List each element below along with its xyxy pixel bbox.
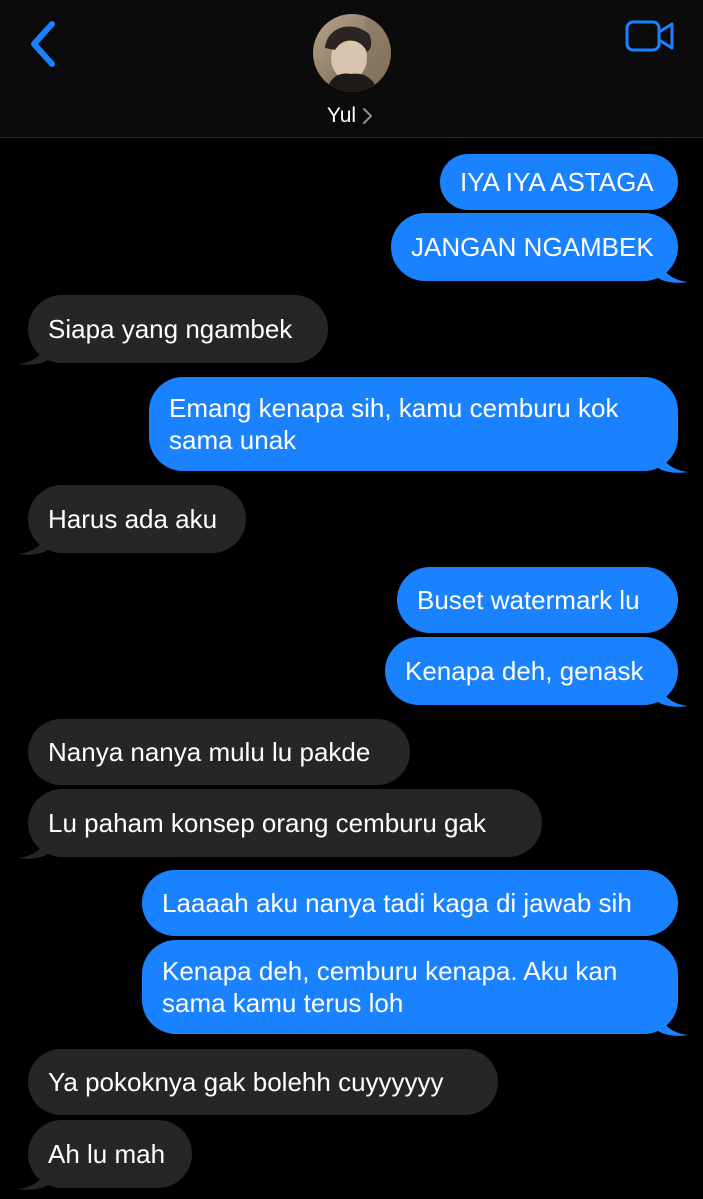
message-bubble: Kenapa deh, genask [385,637,678,705]
message-sent[interactable]: JANGAN NGAMBEK [391,213,688,283]
message-bubble: Laaaah aku nanya tadi kaga di jawab sih [142,870,678,936]
contact-name-button[interactable]: Yul [0,102,703,130]
message-bubble: Nanya nanya mulu lu pakde [28,719,410,785]
message-bubble: Harus ada aku [28,485,246,553]
message-bubble: Emang kenapa sih, kamu cemburu kok sama … [149,377,678,471]
message-received[interactable]: Ah lu mah [18,1120,192,1190]
chevron-left-icon [31,21,55,67]
message-bubble: Ah lu mah [28,1120,192,1188]
message-sent[interactable]: Laaaah aku nanya tadi kaga di jawab sih [142,870,678,936]
back-button[interactable] [22,18,66,70]
video-call-icon [625,20,674,52]
message-received[interactable]: Ya pokoknya gak bolehh cuyyyyyy [28,1049,498,1115]
message-received[interactable]: Nanya nanya mulu lu pakde [28,719,410,785]
contact-name: Yul [326,104,357,127]
message-received[interactable]: Siapa yang ngambek [18,295,328,365]
message-bubble: Siapa yang ngambek [28,295,328,363]
message-received[interactable]: Harus ada aku [18,485,246,555]
message-sent[interactable]: Kenapa deh, genask [385,637,688,707]
chevron-right-icon [363,108,373,124]
message-sent[interactable]: Emang kenapa sih, kamu cemburu kok sama … [149,377,688,473]
message-bubble: Ya pokoknya gak bolehh cuyyyyyy [28,1049,498,1115]
message-bubble: Buset watermark lu [397,567,678,633]
message-thread[interactable]: IYA IYA ASTAGA JANGAN NGAMBEK Siapa yang… [0,140,703,1199]
message-sent[interactable]: IYA IYA ASTAGA [440,154,678,210]
video-call-button[interactable] [624,18,676,54]
message-bubble: JANGAN NGAMBEK [391,213,678,281]
message-bubble: Kenapa deh, cemburu kenapa. Aku kan sama… [142,940,678,1034]
message-sent[interactable]: Kenapa deh, cemburu kenapa. Aku kan sama… [142,940,688,1036]
avatar-photo [313,14,391,92]
message-bubble: IYA IYA ASTAGA [440,154,678,210]
conversation-header: Yul [0,0,703,138]
message-received[interactable]: Lu paham konsep orang cemburu gak [18,789,542,859]
message-bubble: Lu paham konsep orang cemburu gak [28,789,542,857]
contact-avatar[interactable] [313,14,391,92]
message-sent[interactable]: Buset watermark lu [397,567,678,633]
